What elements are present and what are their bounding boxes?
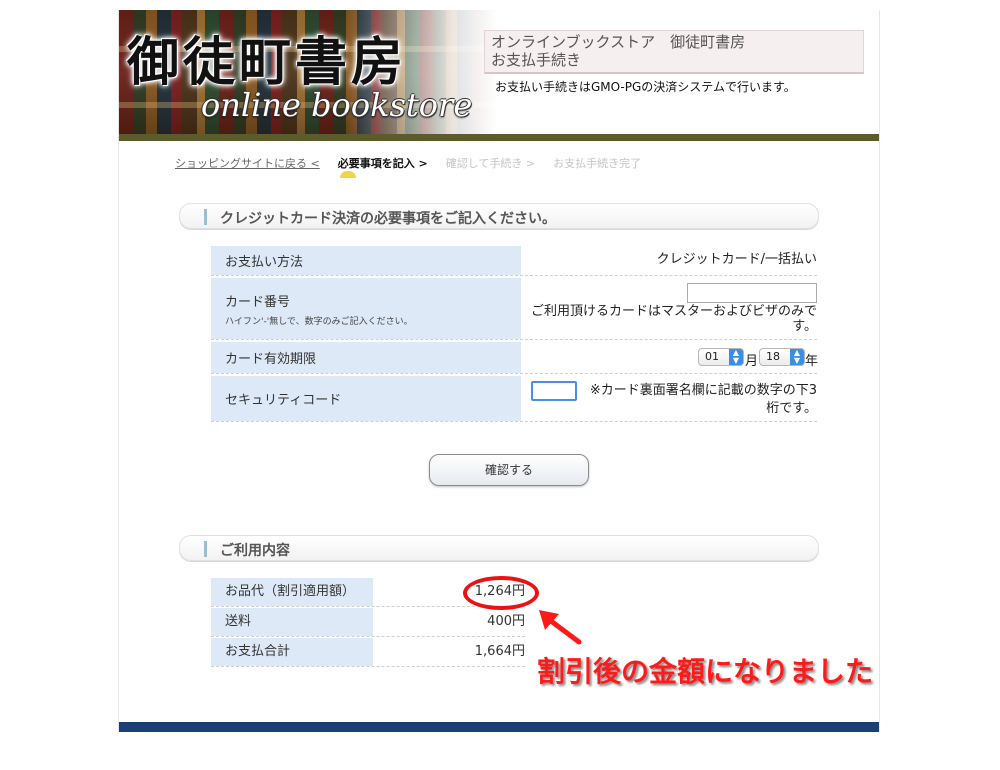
card-number-input[interactable]: [687, 283, 817, 303]
site-header: 御徒町書房 online bookstore オンラインブックストア 御徒町書房…: [119, 10, 879, 141]
expiry-year-unit: 年: [805, 354, 819, 369]
payment-method-row: お支払い方法 クレジットカード/一括払い: [211, 246, 817, 276]
security-code-label: セキュリティコード: [211, 376, 521, 421]
confirm-button[interactable]: 確認する: [429, 454, 589, 486]
store-name: オンラインブックストア 御徒町書房: [491, 33, 746, 51]
heading-accent-bar: [204, 209, 207, 225]
payment-method-label: お支払い方法: [211, 246, 521, 275]
total-label: お支払合計: [211, 638, 373, 666]
logo-title: 御徒町書房: [127, 32, 408, 93]
usage-section-heading: ご利用内容: [179, 535, 819, 561]
chevron-updown-icon: ▲ ▼: [729, 349, 743, 365]
step-current: 必要事項を記入 >: [337, 157, 428, 178]
payment-system-note: お支払い手続きはGMO-PGの決済システムで行います。: [495, 80, 796, 94]
card-number-hint: ハイフン'-'無しで、数字のみご記入ください。: [225, 316, 413, 327]
checkout-steps: ショッピングサイトに戻る < 必要事項を記入 > 確認して手続き > お支払手続…: [175, 153, 659, 178]
card-number-note: ご利用頂けるカードはマスターおよびビザのみです。: [530, 304, 817, 334]
item-price-label: お品代（割引適用額）: [211, 578, 373, 606]
expiry-month-select[interactable]: 01 ▲ ▼: [698, 348, 744, 366]
page-title: お支払手続き: [491, 51, 582, 69]
heading-accent-bar: [204, 541, 207, 557]
header-title-box: オンラインブックストア 御徒町書房 お支払手続き: [484, 30, 864, 74]
security-code-row: セキュリティコード ※カード裏面署名欄に記載の数字の下3桁です。: [211, 376, 817, 422]
shipping-value: 400円: [487, 614, 525, 629]
header-divider: [119, 134, 879, 141]
security-code-note: ※カード裏面署名欄に記載の数字の下3桁です。: [589, 383, 817, 416]
card-number-value-cell: ご利用頂けるカードはマスターおよびビザのみです。: [523, 278, 817, 339]
usage-section-title: ご利用内容: [220, 543, 290, 559]
payment-method-value: クレジットカード/一括払い: [656, 252, 817, 267]
card-section-title: クレジットカード決済の必要事項をご記入ください。: [220, 211, 556, 227]
usage-row-shipping: 送料 400円: [211, 608, 525, 637]
chevron-updown-icon: ▲ ▼: [790, 349, 804, 365]
expiry-value-cell: 01 ▲ ▼ 月 18 ▲ ▼ 年: [523, 342, 819, 373]
expiry-year-value: 18: [766, 350, 780, 363]
back-to-shop-link[interactable]: ショッピングサイトに戻る <: [175, 155, 320, 171]
security-code-input[interactable]: [531, 381, 577, 401]
total-value: 1,664円: [474, 644, 525, 659]
expiry-row: カード有効期限 01 ▲ ▼ 月 18 ▲ ▼ 年: [211, 342, 819, 374]
expiry-year-select[interactable]: 18 ▲ ▼: [759, 348, 805, 366]
footer-bar: [119, 722, 879, 732]
card-section-heading: クレジットカード決済の必要事項をご記入ください。: [179, 203, 819, 229]
step-complete: お支払手続き完了: [553, 157, 642, 170]
annotation-text: 割引後の金額になりました: [537, 655, 874, 688]
shipping-label: 送料: [211, 608, 373, 636]
checkout-page: 御徒町書房 online bookstore オンラインブックストア 御徒町書房…: [119, 10, 879, 732]
expiry-label: カード有効期限: [211, 342, 521, 373]
usage-row-total: お支払合計 1,664円: [211, 638, 525, 667]
logo-subtitle: online bookstore: [201, 86, 473, 124]
security-code-value-cell: ※カード裏面署名欄に記載の数字の下3桁です。: [523, 376, 817, 421]
arrow-icon: [539, 610, 582, 645]
card-number-label-cell: カード番号 ハイフン'-'無しで、数字のみご記入ください。: [211, 278, 521, 339]
card-number-label: カード番号: [225, 294, 291, 310]
step-confirm: 確認して手続き >: [445, 157, 536, 170]
card-number-row: カード番号 ハイフン'-'無しで、数字のみご記入ください。 ご利用頂けるカードは…: [211, 278, 817, 340]
highlight-circle: [463, 576, 539, 610]
expiry-month-unit: 月: [745, 354, 759, 369]
expiry-month-value: 01: [705, 350, 719, 363]
